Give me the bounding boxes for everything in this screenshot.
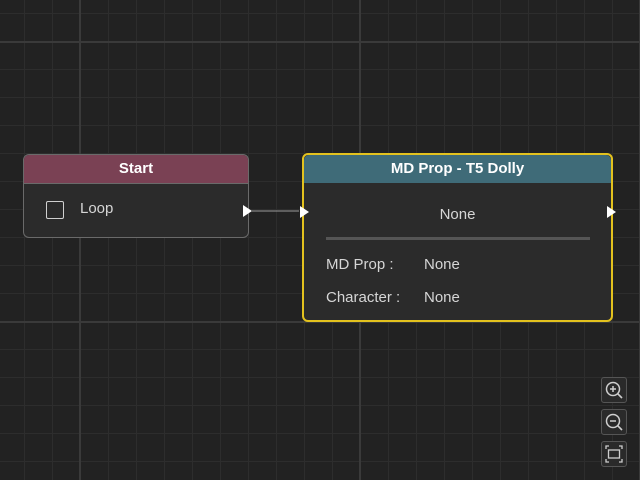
md-prop-field-value[interactable]: None (424, 256, 460, 273)
loop-checkbox[interactable] (46, 201, 64, 219)
md-prop-node-title: MD Prop - T5 Dolly (304, 155, 611, 183)
zoom-in-button[interactable] (601, 377, 627, 403)
md-prop-selected-value[interactable]: None (304, 206, 611, 223)
character-field-label: Character : (326, 289, 401, 306)
start-node[interactable]: Start Loop (23, 154, 252, 238)
start-output-port[interactable] (243, 205, 252, 217)
md-prop-field-label: MD Prop : (326, 256, 394, 273)
node-divider (326, 237, 590, 240)
zoom-out-icon (605, 413, 623, 431)
loop-label: Loop (80, 200, 114, 217)
md-prop-node[interactable]: MD Prop - T5 Dolly None MD Prop : None C… (300, 153, 616, 322)
fit-view-icon (605, 445, 623, 463)
start-node-title: Start (24, 155, 248, 184)
zoom-out-button[interactable] (601, 409, 627, 435)
fit-view-button[interactable] (601, 441, 627, 467)
zoom-in-icon (605, 381, 623, 399)
graph-canvas[interactable]: Start Loop MD Prop - T5 Dolly None MD Pr… (0, 0, 640, 480)
character-field-value[interactable]: None (424, 289, 460, 306)
